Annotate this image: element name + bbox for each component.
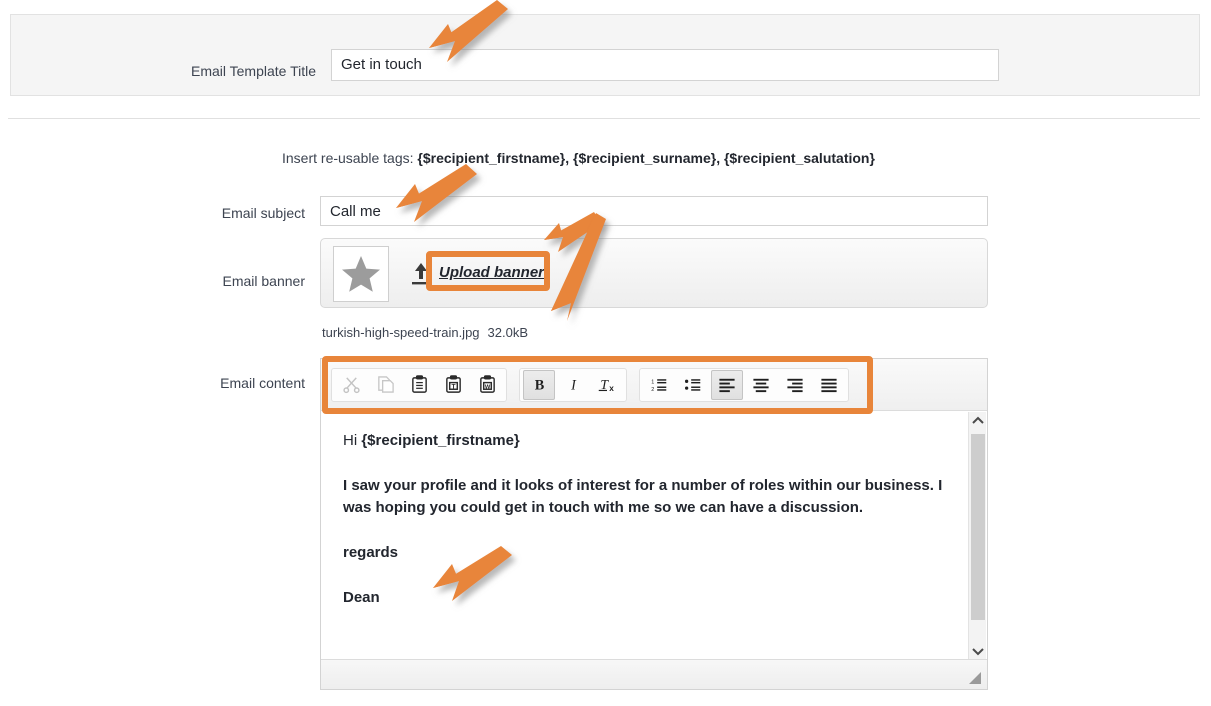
toolbar-group-clipboard: T W — [331, 367, 507, 402]
upload-banner-link[interactable]: Upload banner — [439, 264, 544, 281]
cut-button[interactable] — [335, 370, 367, 400]
copy-icon — [377, 376, 394, 393]
email-banner-upload-area[interactable]: Upload banner — [320, 238, 988, 308]
email-content-editor[interactable]: T W B I T x 1 2 Hi {$recipient_firstname… — [320, 358, 988, 690]
scroll-down-arrow[interactable] — [969, 642, 987, 660]
tags-hint-prefix: Insert re-usable tags: — [282, 150, 418, 166]
content-signoff: regards — [343, 544, 399, 561]
align-left-button[interactable] — [711, 369, 743, 400]
justify-button[interactable] — [813, 370, 845, 400]
chevron-up-icon — [972, 416, 984, 424]
editor-toolbar: T W B I T x 1 2 — [321, 359, 987, 411]
svg-text:1: 1 — [651, 380, 654, 386]
bulleted-list-button[interactable] — [677, 370, 709, 400]
upload-icon[interactable] — [409, 261, 433, 287]
svg-text:W: W — [484, 384, 490, 390]
svg-text:B: B — [534, 377, 544, 393]
italic-icon: I — [570, 377, 577, 393]
numbered-list-button[interactable]: 1 2 — [643, 370, 675, 400]
align-center-icon — [753, 378, 769, 393]
bulleted-list-icon — [685, 379, 701, 391]
star-icon — [342, 256, 380, 292]
clipboard-word-icon: W — [479, 375, 495, 393]
scissors-icon — [342, 377, 360, 394]
align-right-button[interactable] — [779, 370, 811, 400]
italic-button[interactable]: I — [557, 370, 589, 400]
editor-scrollbar[interactable] — [968, 412, 986, 660]
email-template-title-label: Email Template Title — [190, 63, 316, 79]
editor-status-bar — [321, 659, 987, 689]
bold-icon: B — [534, 377, 544, 393]
content-greeting: Hi {$recipient_firstname} — [343, 430, 946, 452]
justify-icon — [821, 378, 837, 393]
uploaded-file-size: 32.0kB — [487, 325, 529, 340]
greeting-prefix: Hi — [343, 432, 362, 449]
scrollbar-thumb[interactable] — [971, 434, 985, 620]
email-subject-label: Email subject — [221, 205, 305, 221]
email-template-title-input[interactable]: Get in touch — [331, 49, 999, 81]
svg-text:T: T — [451, 383, 455, 390]
uploaded-file-info: turkish-high-speed-train.jpg 32.0kB — [322, 325, 528, 340]
content-paragraph: I saw your profile and it looks of inter… — [343, 477, 943, 516]
email-banner-label: Email banner — [222, 273, 306, 289]
clipboard-paste-icon — [411, 375, 427, 393]
remove-format-icon: T x — [598, 377, 614, 393]
bold-button[interactable]: B — [523, 369, 555, 400]
scroll-up-arrow[interactable] — [969, 412, 987, 430]
reusable-tags-hint: Insert re-usable tags: {$recipient_first… — [282, 150, 875, 166]
remove-format-button[interactable]: T x — [591, 370, 623, 400]
clipboard-text-icon: T — [445, 375, 461, 393]
paste-button[interactable] — [403, 370, 435, 400]
email-content-label: Email content — [220, 375, 305, 391]
resize-grip-icon[interactable] — [969, 672, 981, 684]
align-left-icon — [719, 378, 735, 393]
numbered-list-icon: 1 2 — [651, 379, 667, 393]
greeting-merge-tag: {$recipient_firstname} — [361, 432, 520, 449]
svg-text:T: T — [600, 377, 609, 392]
email-subject-input[interactable]: Call me — [320, 196, 988, 226]
align-center-button[interactable] — [745, 370, 777, 400]
svg-text:2: 2 — [651, 387, 654, 393]
banner-thumbnail[interactable] — [333, 246, 389, 302]
chevron-down-icon — [972, 648, 984, 656]
section-divider — [8, 118, 1200, 119]
uploaded-file-name: turkish-high-speed-train.jpg — [322, 325, 480, 340]
svg-text:x: x — [609, 384, 614, 393]
template-title-panel: Email Template Title Get in touch — [10, 14, 1200, 96]
tags-hint-list: {$recipient_firstname}, {$recipient_surn… — [417, 150, 875, 166]
svg-text:I: I — [570, 377, 577, 393]
editor-content-body[interactable]: Hi {$recipient_firstname} I saw your pro… — [321, 412, 968, 660]
paste-from-word-button[interactable]: W — [471, 370, 503, 400]
copy-button[interactable] — [369, 370, 401, 400]
toolbar-group-basic-styles: B I T x — [519, 367, 627, 402]
page-root: Email Template Title Get in touch Insert… — [0, 0, 1211, 706]
align-right-icon — [787, 378, 803, 393]
paste-as-text-button[interactable]: T — [437, 370, 469, 400]
toolbar-group-paragraph: 1 2 — [639, 367, 849, 402]
content-signature: Dean — [343, 589, 380, 606]
